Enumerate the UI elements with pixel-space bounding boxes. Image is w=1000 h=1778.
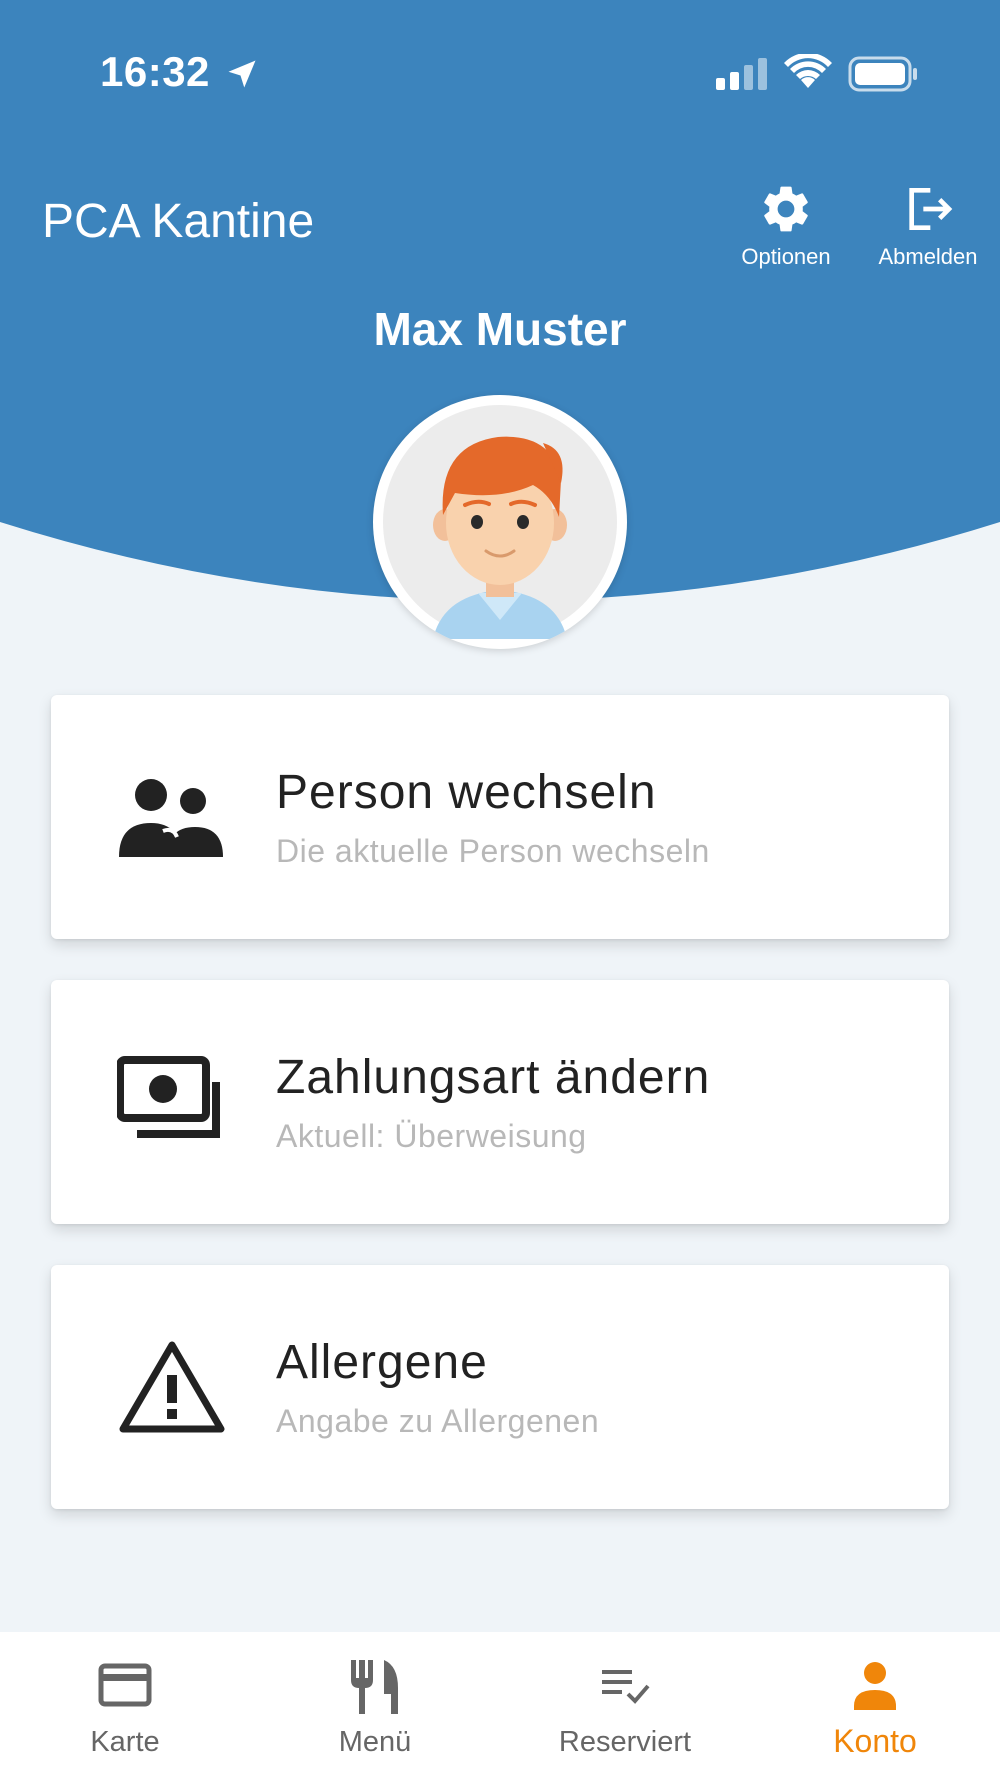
payments-icon [117,1056,220,1138]
person-icon [854,1662,896,1710]
wifi-icon [784,54,832,88]
cutlery-icon [351,1660,398,1714]
app-title: PCA Kantine [42,195,315,248]
nav-label: Menü [338,1726,412,1758]
battery-icon [848,56,917,92]
user-name: Max Muster [373,303,627,355]
logout-icon [909,188,953,230]
nav-item-reserviert[interactable]: Reserviert [500,1632,750,1778]
card-subtitle: Die aktuelle Person wechseln [276,833,710,869]
avatar-illustration [383,405,617,639]
warning-icon [119,1341,225,1433]
allergens-card[interactable]: Allergene Angabe zu Allergenen [51,1265,949,1509]
payment-method-card[interactable]: Zahlungsart ändern Aktuell: Überweisung [51,980,949,1224]
bottom-navigation: Karte Menü Reserviert Konto [0,1632,1000,1778]
status-time: 16:32 [100,48,210,95]
card-title: Person wechseln [276,766,657,819]
nav-label: Reserviert [558,1726,692,1758]
card-subtitle: Aktuell: Überweisung [276,1118,587,1154]
nav-item-menu[interactable]: Menü [250,1632,500,1778]
options-button[interactable]: Optionen [726,180,846,270]
cellular-signal-icon [716,58,767,90]
card-subtitle: Angabe zu Allergenen [276,1403,600,1439]
status-bar: 16:32 [0,0,1000,150]
nav-item-karte[interactable]: Karte [0,1632,250,1778]
options-label: Optionen [741,244,831,269]
location-arrow-icon [228,60,256,88]
card-title: Allergene [276,1336,488,1389]
gear-icon [764,186,808,232]
people-icon [119,779,223,857]
checklist-icon [602,1670,650,1704]
nav-label: Karte [90,1726,160,1758]
card-title: Zahlungsart ändern [276,1051,711,1104]
switch-person-card[interactable]: Person wechseln Die aktuelle Person wech… [51,695,949,939]
logout-button[interactable]: Abmelden [868,180,988,270]
logout-label: Abmelden [878,244,978,269]
avatar[interactable] [373,395,627,649]
card-icon [98,1663,152,1707]
nav-item-konto[interactable]: Konto [750,1632,1000,1778]
nav-label: Konto [833,1723,917,1759]
